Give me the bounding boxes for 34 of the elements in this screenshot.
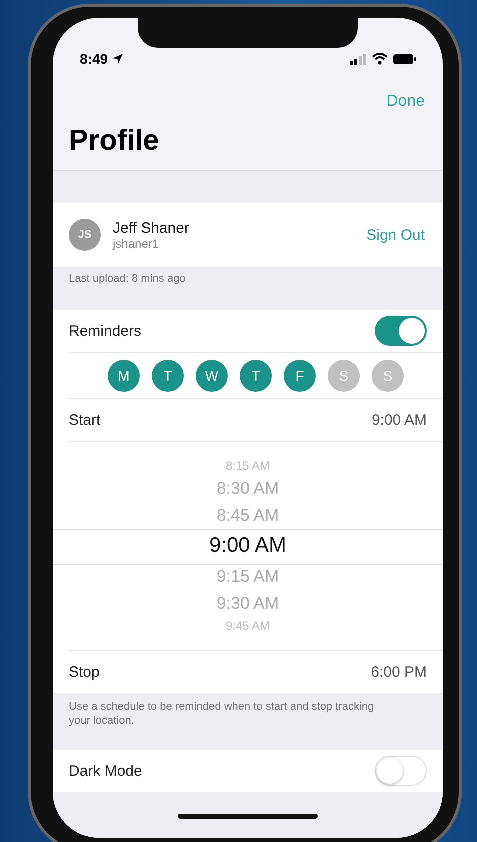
reminders-label: Reminders xyxy=(69,322,142,340)
username: jshaner1 xyxy=(113,236,160,250)
time-picker-option[interactable]: 9:00 AM xyxy=(209,529,287,563)
weekday-toggle[interactable]: F xyxy=(284,360,316,392)
time-picker-option[interactable]: 8:30 AM xyxy=(216,475,280,502)
location-arrow-icon xyxy=(113,54,124,64)
weekday-toggle[interactable]: T xyxy=(152,360,184,392)
time-picker-option[interactable]: 9:15 AM xyxy=(216,563,280,590)
done-button[interactable]: Done xyxy=(386,93,425,111)
stop-time-value[interactable]: 6:00 PM xyxy=(371,664,427,680)
start-time-value[interactable]: 9:00 AM xyxy=(372,412,427,428)
weekday-toggle[interactable]: T xyxy=(240,360,272,392)
time-picker-option[interactable]: 9:45 AM xyxy=(226,617,270,635)
battery-icon xyxy=(393,54,417,64)
user-name: Jeff Shaner xyxy=(113,220,190,236)
signal-icon xyxy=(350,54,367,64)
reminders-toggle[interactable] xyxy=(375,316,427,346)
sign-out-button[interactable]: Sign Out xyxy=(366,226,425,244)
time-picker-option[interactable]: 9:30 AM xyxy=(216,590,280,617)
time-picker-option[interactable]: 8:45 AM xyxy=(216,502,280,529)
wifi-icon xyxy=(372,53,388,65)
schedule-note: Use a schedule to be reminded when to start and stop tracking your location. xyxy=(69,701,374,727)
time-picker-option[interactable]: 8:15 AM xyxy=(226,457,270,475)
weekday-toggle[interactable]: S xyxy=(372,360,404,392)
status-time: 8:49 xyxy=(80,51,108,67)
avatar: JS xyxy=(69,219,101,251)
weekday-toggle[interactable]: S xyxy=(328,360,360,392)
weekday-toggle[interactable]: M xyxy=(108,360,140,392)
stop-label: Stop xyxy=(69,664,100,680)
last-upload-text: Last upload: 8 mins ago xyxy=(69,273,186,285)
weekday-toggle[interactable]: W xyxy=(196,360,228,392)
dark-mode-label: Dark Mode xyxy=(69,762,142,780)
dark-mode-toggle[interactable] xyxy=(375,756,427,786)
start-label: Start xyxy=(69,412,101,428)
